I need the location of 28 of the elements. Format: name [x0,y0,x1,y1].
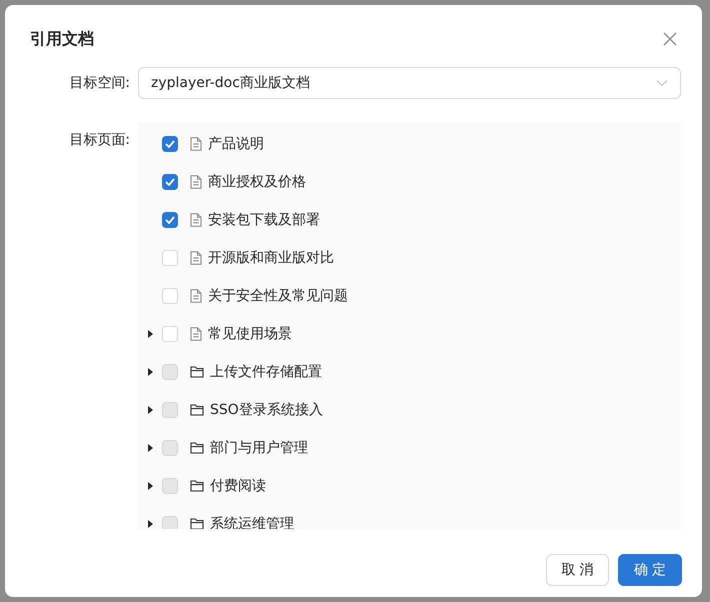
document-icon [190,175,202,189]
folder-icon [190,518,204,529]
tree-item[interactable]: 关于安全性及常见问题 [208,286,348,306]
dialog-title: 引用文档 [30,28,94,50]
confirm-button[interactable]: 确 定 [618,554,682,586]
tree-item[interactable]: 商业授权及价格 [208,172,306,192]
space-select[interactable]: zyplayer-doc商业版文档 [138,67,681,99]
folder-icon [190,404,204,416]
document-icon [190,251,202,265]
folder-icon [190,366,204,378]
document-icon [190,289,202,303]
field-label: 目标空间: [68,74,131,92]
folder-icon [190,480,204,492]
tree-item[interactable]: 产品说明 [208,134,264,154]
checkbox[interactable] [162,212,178,228]
tree-item[interactable]: 安装包下载及部署 [208,210,320,230]
expand-caret-icon[interactable] [148,330,152,338]
checkbox[interactable] [162,174,178,190]
field-label: 目标页面: [68,131,131,150]
document-icon [190,213,202,227]
chevron-down-icon [656,79,668,87]
document-icon [190,327,202,341]
tree-item[interactable]: 常见使用场景 [208,324,292,344]
tree-item[interactable]: 开源版和商业版对比 [208,248,334,268]
document-icon [190,137,202,151]
checkbox[interactable] [162,136,178,152]
folder-icon [190,442,204,454]
cancel-button[interactable]: 取 消 [546,554,609,586]
